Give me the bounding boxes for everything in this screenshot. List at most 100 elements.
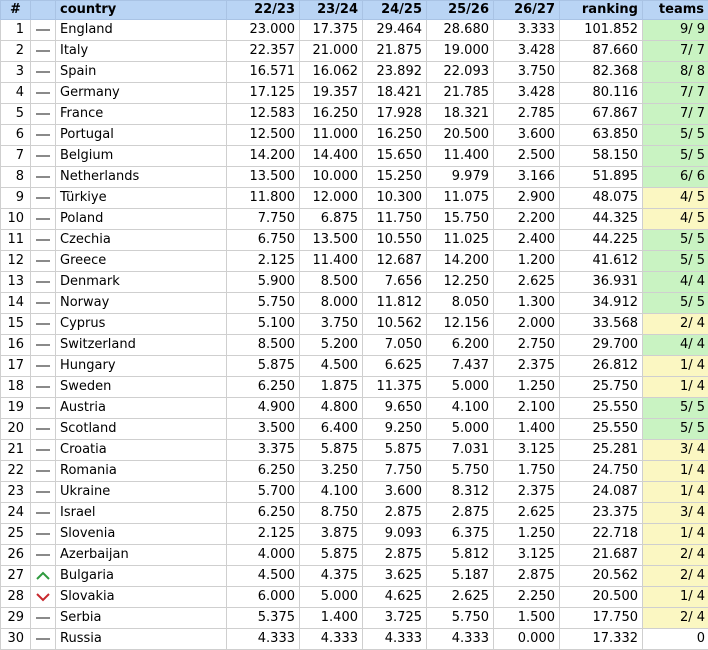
country-name[interactable]: Netherlands (56, 167, 227, 188)
season-26-27-points: 3.125 (494, 440, 560, 461)
season-26-27-points: 1.250 (494, 377, 560, 398)
country-name[interactable]: Russia (56, 629, 227, 650)
column-header-season-26-27[interactable]: 26/27 (494, 1, 560, 20)
country-name[interactable]: Greece (56, 251, 227, 272)
country-name[interactable]: Croatia (56, 440, 227, 461)
country-name[interactable]: England (56, 20, 227, 41)
country-name[interactable]: Slovenia (56, 524, 227, 545)
column-header-ranking[interactable]: ranking (560, 1, 643, 20)
teams-count: 2/ 4 (643, 566, 708, 587)
country-name[interactable]: Poland (56, 209, 227, 230)
season-24-25-points: 10.300 (363, 188, 427, 209)
row-index: 17 (1, 356, 31, 377)
season-24-25-points: 4.333 (363, 629, 427, 650)
season-25-26-points: 22.093 (427, 62, 494, 83)
country-name[interactable]: Austria (56, 398, 227, 419)
column-header-country[interactable]: country (56, 1, 227, 20)
country-name[interactable]: Czechia (56, 230, 227, 251)
row-index: 20 (1, 419, 31, 440)
trend-cell (31, 125, 56, 146)
column-header-index[interactable]: # (1, 1, 31, 20)
country-name[interactable]: Switzerland (56, 335, 227, 356)
season-24-25-points: 2.875 (363, 503, 427, 524)
country-name[interactable]: Italy (56, 41, 227, 62)
season-23-24-points: 3.250 (300, 461, 363, 482)
season-26-27-points: 3.166 (494, 167, 560, 188)
season-25-26-points: 2.625 (427, 587, 494, 608)
season-24-25-points: 11.750 (363, 209, 427, 230)
season-25-26-points: 5.750 (427, 461, 494, 482)
season-26-27-points: 1.750 (494, 461, 560, 482)
country-name[interactable]: Scotland (56, 419, 227, 440)
season-22-23-points: 5.750 (227, 293, 300, 314)
row-index: 29 (1, 608, 31, 629)
country-name[interactable]: France (56, 104, 227, 125)
ranking-points: 63.850 (560, 125, 643, 146)
season-25-26-points: 6.375 (427, 524, 494, 545)
country-name[interactable]: Denmark (56, 272, 227, 293)
teams-count: 3/ 4 (643, 440, 708, 461)
trend-same-icon (35, 171, 51, 183)
teams-count: 5/ 5 (643, 230, 708, 251)
country-name[interactable]: Norway (56, 293, 227, 314)
column-header-season-25-26[interactable]: 25/26 (427, 1, 494, 20)
season-26-27-points: 3.428 (494, 83, 560, 104)
season-23-24-points: 8.500 (300, 272, 363, 293)
country-name[interactable]: Israel (56, 503, 227, 524)
season-24-25-points: 9.250 (363, 419, 427, 440)
country-name[interactable]: Belgium (56, 146, 227, 167)
country-name[interactable]: Romania (56, 461, 227, 482)
teams-count: 8/ 8 (643, 62, 708, 83)
season-25-26-points: 28.680 (427, 20, 494, 41)
country-name[interactable]: Bulgaria (56, 566, 227, 587)
country-name[interactable]: Germany (56, 83, 227, 104)
season-23-24-points: 14.400 (300, 146, 363, 167)
season-22-23-points: 6.250 (227, 503, 300, 524)
season-24-25-points: 7.656 (363, 272, 427, 293)
season-22-23-points: 17.125 (227, 83, 300, 104)
country-name[interactable]: Ukraine (56, 482, 227, 503)
table-row: 16Switzerland8.5005.2007.0506.2002.75029… (1, 335, 708, 356)
country-name[interactable]: Azerbaijan (56, 545, 227, 566)
season-23-24-points: 6.875 (300, 209, 363, 230)
column-header-season-22-23[interactable]: 22/23 (227, 1, 300, 20)
country-name[interactable]: Cyprus (56, 314, 227, 335)
teams-count: 1/ 4 (643, 356, 708, 377)
trend-cell (31, 461, 56, 482)
trend-cell (31, 230, 56, 251)
season-24-25-points: 3.600 (363, 482, 427, 503)
country-name[interactable]: Spain (56, 62, 227, 83)
trend-cell (31, 545, 56, 566)
season-22-23-points: 6.250 (227, 461, 300, 482)
column-header-season-23-24[interactable]: 23/24 (300, 1, 363, 20)
season-24-25-points: 15.650 (363, 146, 427, 167)
table-row: 30Russia4.3334.3334.3334.3330.00017.3320 (1, 629, 708, 650)
teams-count: 5/ 5 (643, 251, 708, 272)
season-22-23-points: 7.750 (227, 209, 300, 230)
season-26-27-points: 2.500 (494, 146, 560, 167)
trend-cell (31, 209, 56, 230)
column-header-teams[interactable]: teams (643, 1, 708, 20)
season-23-24-points: 6.400 (300, 419, 363, 440)
season-26-27-points: 2.625 (494, 503, 560, 524)
country-name[interactable]: Hungary (56, 356, 227, 377)
trend-same-icon (35, 24, 51, 36)
row-index: 3 (1, 62, 31, 83)
country-name[interactable]: Slovakia (56, 587, 227, 608)
country-name[interactable]: Serbia (56, 608, 227, 629)
table-row: 23Ukraine5.7004.1003.6008.3122.37524.087… (1, 482, 708, 503)
trend-same-icon (35, 213, 51, 225)
season-26-27-points: 2.375 (494, 482, 560, 503)
column-header-season-24-25[interactable]: 24/25 (363, 1, 427, 20)
ranking-points: 25.750 (560, 377, 643, 398)
season-24-25-points: 5.875 (363, 440, 427, 461)
season-23-24-points: 19.357 (300, 83, 363, 104)
season-25-26-points: 20.500 (427, 125, 494, 146)
country-name[interactable]: Portugal (56, 125, 227, 146)
country-name[interactable]: Türkiye (56, 188, 227, 209)
season-26-27-points: 2.400 (494, 230, 560, 251)
table-row: 12Greece2.12511.40012.68714.2001.20041.6… (1, 251, 708, 272)
season-23-24-points: 8.750 (300, 503, 363, 524)
country-name[interactable]: Sweden (56, 377, 227, 398)
season-26-27-points: 2.785 (494, 104, 560, 125)
